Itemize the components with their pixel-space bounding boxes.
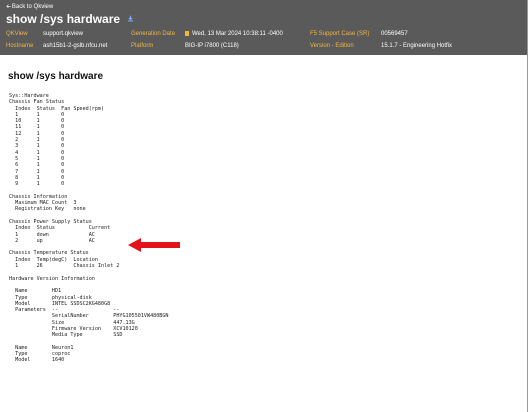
hostname-value: ash15b1-2-gslb.nfcu.net: [43, 43, 108, 49]
back-to-qkview-link[interactable]: 🡨Back to Qkview: [6, 2, 53, 12]
flag-icon: [185, 31, 189, 36]
back-label: Back to Qkview: [11, 4, 54, 10]
qkview-value: support.qkview: [43, 31, 84, 37]
red-arrow-icon: [128, 238, 180, 252]
generation-date-value: Wed, 13 Mar 2024 10:38:11 -0400: [185, 31, 283, 37]
download-icon[interactable]: [127, 15, 134, 22]
back-arrow-icon: 🡨: [6, 4, 11, 10]
main-content: show /sys hardware Sys::Hardware Chassis…: [0, 55, 527, 412]
platform-label: Platform: [131, 43, 154, 49]
command-output: Sys::Hardware Chassis Fan Status Index S…: [9, 93, 169, 364]
page-title: show /sys hardware: [6, 12, 134, 26]
page-title-text: show /sys hardware: [6, 12, 121, 26]
support-case-value: 00569457: [381, 31, 408, 37]
version-value: 15.1.7 - Engineering Hotfix: [381, 43, 453, 49]
support-case-label: F5 Support Case (SR): [310, 31, 370, 37]
platform-value: BIG-IP i7800 (C118): [185, 43, 239, 49]
qkview-label: QKView: [6, 31, 28, 37]
version-label: Version - Edition: [310, 43, 354, 49]
hostname-label: Hostname: [6, 43, 34, 49]
page-frame: 🡨Back to Qkview show /sys hardware QKVie…: [0, 0, 528, 412]
generation-date-label: Generation Date: [131, 31, 176, 37]
section-title: show /sys hardware: [8, 71, 104, 82]
header-bar: 🡨Back to Qkview show /sys hardware QKVie…: [0, 0, 527, 55]
